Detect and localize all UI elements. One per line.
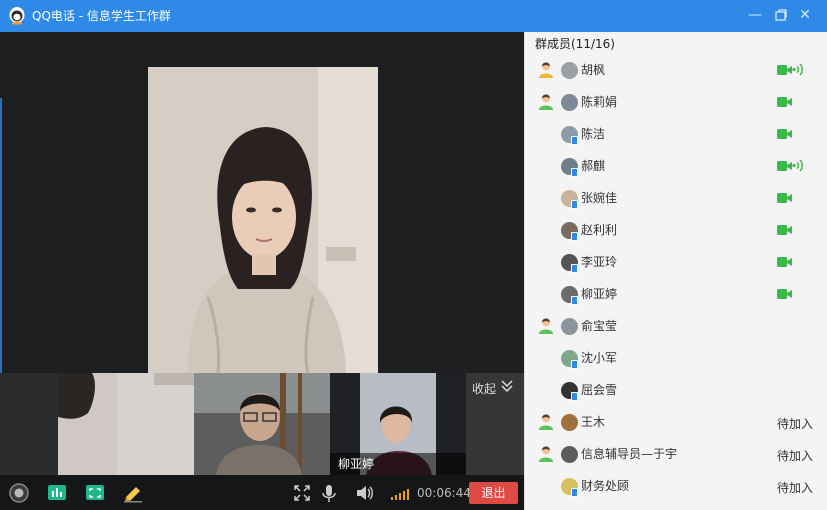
- speaker-icon[interactable]: [355, 483, 375, 503]
- participant-video[interactable]: 柳亚婷: [330, 373, 466, 475]
- member-row[interactable]: 柳亚婷: [525, 278, 827, 310]
- member-row[interactable]: 俞宝莹: [525, 310, 827, 342]
- collapse-button[interactable]: 收起: [466, 373, 524, 475]
- exit-button[interactable]: 退出: [469, 482, 518, 504]
- member-row[interactable]: 王木 待加入: [525, 406, 827, 438]
- speaking-icon: [792, 62, 804, 77]
- avatar: [561, 94, 578, 111]
- window-title: QQ电话 - 信息学生工作群: [32, 9, 171, 23]
- member-name: 信息辅导员—于宇: [581, 447, 678, 461]
- main-speaker-image: [148, 67, 378, 373]
- member-name: 沈小军: [581, 351, 618, 365]
- participant-video[interactable]: [194, 373, 330, 475]
- mobile-device-icon: [571, 392, 578, 401]
- call-timer: 00:06:44: [417, 486, 471, 500]
- video-camera-icon: [777, 192, 792, 204]
- speaking-icon: [792, 158, 804, 173]
- group-admin-icon: [537, 317, 555, 335]
- member-name: 屈会雪: [581, 383, 618, 397]
- title-bar: QQ电话 - 信息学生工作群 — ✕: [0, 0, 827, 32]
- mobile-device-icon: [571, 200, 578, 209]
- member-panel: 群成员(11/16) 胡枫陈莉娟陈洁郝麒张婉佳赵利利李亚玲柳亚婷俞宝莹沈小军屈会…: [524, 32, 827, 510]
- chart-icon[interactable]: [47, 483, 67, 503]
- mobile-device-icon: [571, 296, 578, 305]
- video-camera-icon: [777, 96, 792, 108]
- participant-video[interactable]: [58, 373, 194, 475]
- group-admin-icon: [537, 413, 555, 431]
- chevron-down-icon: [501, 380, 513, 393]
- member-status: 待加入: [777, 417, 814, 431]
- signal-icon: [391, 489, 409, 500]
- mobile-device-icon: [571, 360, 578, 369]
- avatar: [561, 62, 578, 79]
- qq-logo-icon: [9, 7, 25, 25]
- mobile-device-icon: [571, 264, 578, 273]
- group-admin-icon: [537, 93, 555, 111]
- member-row[interactable]: 张婉佳: [525, 182, 827, 214]
- mobile-device-icon: [571, 136, 578, 145]
- participant-image: [58, 373, 194, 475]
- member-row[interactable]: 陈莉娟: [525, 86, 827, 118]
- video-camera-icon: [777, 160, 792, 172]
- video-area: 柳亚婷 收起: [0, 32, 524, 507]
- member-name: 胡枫: [581, 63, 606, 77]
- avatar: [561, 318, 578, 335]
- member-name: 王木: [581, 415, 606, 429]
- screen-share-icon[interactable]: [85, 483, 105, 503]
- member-name: 陈洁: [581, 127, 606, 141]
- group-admin-icon: [537, 445, 555, 463]
- member-row[interactable]: 郝麒: [525, 150, 827, 182]
- avatar: [561, 414, 578, 431]
- member-row[interactable]: 胡枫: [525, 54, 827, 86]
- member-name: 陈莉娟: [581, 95, 618, 109]
- member-name: 李亚玲: [581, 255, 618, 269]
- main-video[interactable]: [148, 67, 378, 373]
- participant-name: 柳亚婷: [330, 453, 466, 475]
- member-row[interactable]: 李亚玲: [525, 246, 827, 278]
- mobile-device-icon: [571, 168, 578, 177]
- video-camera-icon: [777, 64, 792, 76]
- whiteboard-icon[interactable]: [123, 483, 143, 503]
- member-name: 俞宝莹: [581, 319, 618, 333]
- member-status: 待加入: [777, 481, 814, 495]
- call-toolbar: 00:06:44 退出: [0, 475, 524, 510]
- member-name: 赵利利: [581, 223, 618, 237]
- member-row[interactable]: 陈洁: [525, 118, 827, 150]
- fullscreen-icon[interactable]: [292, 483, 312, 503]
- member-row[interactable]: 财务处顾 待加入: [525, 470, 827, 502]
- member-count-title: 群成员(11/16): [535, 37, 615, 51]
- restore-icon[interactable]: [772, 6, 790, 24]
- member-status: 待加入: [777, 449, 814, 463]
- member-name: 柳亚婷: [581, 287, 618, 301]
- participant-strip: 柳亚婷 收起: [0, 373, 524, 475]
- member-row[interactable]: 信息辅导员—于宇 待加入: [525, 438, 827, 470]
- member-row[interactable]: 屈会雪: [525, 374, 827, 406]
- mobile-device-icon: [571, 232, 578, 241]
- avatar: [561, 446, 578, 463]
- member-name: 张婉佳: [581, 191, 618, 205]
- member-name: 财务处顾: [581, 479, 630, 493]
- member-row[interactable]: 赵利利: [525, 214, 827, 246]
- video-camera-icon: [777, 128, 792, 140]
- group-owner-icon: [537, 61, 555, 79]
- minimize-icon[interactable]: —: [746, 6, 764, 24]
- video-camera-icon: [777, 256, 792, 268]
- mobile-device-icon: [571, 488, 578, 497]
- video-camera-icon: [777, 288, 792, 300]
- camera-icon[interactable]: [9, 483, 29, 503]
- microphone-icon[interactable]: [319, 483, 339, 503]
- video-camera-icon: [777, 224, 792, 236]
- collapse-label: 收起: [472, 382, 497, 396]
- member-row[interactable]: 沈小军: [525, 342, 827, 374]
- member-name: 郝麒: [581, 159, 606, 173]
- close-icon[interactable]: ✕: [796, 6, 814, 24]
- participant-image: [194, 373, 330, 475]
